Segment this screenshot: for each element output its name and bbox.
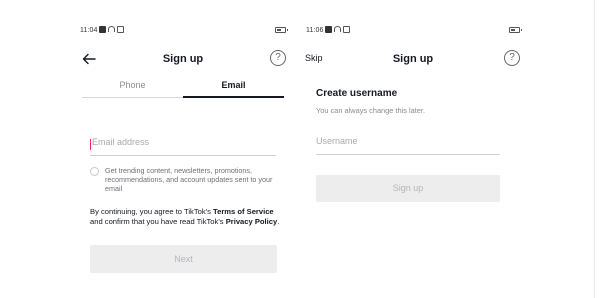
legal-notice: By continuing, you agree to TikTok's Ter… (90, 207, 280, 227)
page-title: Sign up (162, 53, 204, 65)
notification-icon (325, 26, 332, 33)
battery-icon (509, 27, 522, 33)
signup-method-tabs: Phone Email (82, 78, 284, 98)
create-username-subheading: You can always change this later. (316, 106, 426, 115)
opt-in-label: Get trending content, newsletters, promo… (105, 166, 273, 193)
signup-button[interactable]: Sign up (316, 175, 500, 202)
username-input[interactable] (316, 136, 486, 146)
email-opt-in[interactable]: Get trending content, newsletters, promo… (90, 166, 278, 193)
legal-suffix: . (277, 217, 280, 226)
username-field[interactable] (316, 133, 500, 155)
signup-email-screen: 11:04 Sign up ? Phone Email Get trending… (76, 0, 290, 298)
image-edge-divider (594, 0, 595, 298)
status-icons (99, 26, 124, 33)
header: Skip Sign up ? (302, 48, 524, 72)
tab-phone[interactable]: Phone (82, 78, 183, 98)
status-icons (325, 26, 350, 33)
gallery-icon (117, 26, 124, 33)
text-cursor (90, 139, 91, 150)
notification-icon (99, 26, 106, 33)
gallery-icon (343, 26, 350, 33)
header: Sign up ? (76, 48, 290, 72)
tab-email[interactable]: Email (183, 78, 284, 98)
battery-icon (275, 27, 288, 33)
create-username-heading: Create username (316, 88, 398, 99)
privacy-policy-link[interactable]: Privacy Policy (226, 217, 278, 226)
email-input[interactable] (92, 137, 252, 147)
legal-middle: and confirm that you have read TikTok's (90, 217, 226, 226)
create-username-screen: 11:06 Skip Sign up ? Create username You… (302, 0, 524, 298)
status-time: 11:06 (306, 27, 324, 34)
status-time: 11:04 (80, 27, 98, 34)
opt-in-checkbox[interactable] (90, 167, 99, 176)
question-circle-icon[interactable]: ? (270, 50, 286, 66)
wifi-icon (108, 26, 115, 32)
legal-prefix: By continuing, you agree to TikTok's (90, 207, 214, 216)
active-tab-indicator (183, 96, 284, 98)
terms-of-service-link[interactable]: Terms of Service (213, 207, 274, 216)
page-title: Sign up (392, 53, 434, 65)
question-circle-icon[interactable]: ? (504, 50, 520, 66)
email-field[interactable] (90, 134, 276, 156)
status-bar: 11:04 (76, 26, 290, 38)
status-bar: 11:06 (302, 26, 524, 38)
next-button[interactable]: Next (90, 245, 277, 273)
wifi-icon (334, 26, 341, 32)
